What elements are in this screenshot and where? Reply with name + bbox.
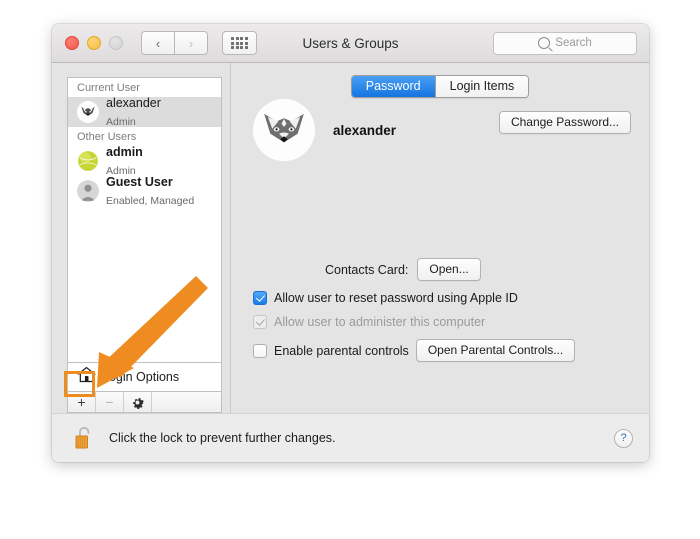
- tab-group: Password Login Items: [350, 75, 530, 98]
- checkbox-row-parental-controls[interactable]: Enable parental controls Open Parental C…: [253, 339, 631, 362]
- sidebar-item-admin[interactable]: admin Admin: [68, 144, 221, 177]
- login-options-label: Login Options: [102, 370, 180, 384]
- person-avatar: [77, 180, 99, 202]
- change-password-button[interactable]: Change Password...: [498, 111, 631, 134]
- search-icon: [538, 37, 551, 49]
- open-contacts-card-button[interactable]: Open...: [417, 258, 481, 281]
- close-button[interactable]: [65, 36, 79, 50]
- sidebar-user-name: Guest User: [106, 174, 173, 189]
- sidebar-user-name: alexander: [106, 95, 161, 110]
- checkbox-row-reset-password[interactable]: Allow user to reset password using Apple…: [253, 291, 631, 305]
- open-parental-controls-button[interactable]: Open Parental Controls...: [415, 339, 576, 362]
- grid-icon: [231, 37, 248, 49]
- users-and-groups-window: ‹ › Users & Groups Search Current User a…: [52, 24, 649, 462]
- zoom-button: [109, 36, 123, 50]
- contacts-card-row: Contacts Card: Open...: [253, 258, 631, 281]
- window-footer: Click the lock to prevent further change…: [52, 413, 649, 462]
- search-input[interactable]: Search: [493, 31, 637, 55]
- checkbox-reset-password[interactable]: [253, 291, 267, 305]
- sidebar-button-bar: + −: [67, 391, 222, 413]
- checkbox-enable-parental-controls[interactable]: [253, 343, 267, 358]
- checkbox-row-administer: Allow user to administer this computer: [253, 315, 631, 329]
- sidebar-user-meta: Guest User Enabled, Managed: [106, 173, 194, 210]
- fox-avatar[interactable]: [253, 99, 315, 161]
- tab-bar: Password Login Items: [231, 75, 649, 98]
- sidebar-item-guest-user[interactable]: Guest User Enabled, Managed: [68, 175, 221, 207]
- user-name: alexander: [333, 122, 397, 138]
- minimize-button[interactable]: [87, 36, 101, 50]
- back-button[interactable]: ‹: [141, 31, 174, 55]
- sidebar-user-role: Admin: [106, 116, 136, 128]
- navigation-buttons: ‹ ›: [141, 31, 208, 55]
- checkbox-label-reset-password: Allow user to reset password using Apple…: [274, 291, 518, 305]
- gear-icon[interactable]: [124, 392, 152, 412]
- traffic-lights: [65, 36, 123, 50]
- sidebar-user-role: Enabled, Managed: [106, 195, 195, 207]
- unlocked-padlock-icon[interactable]: [73, 425, 95, 451]
- checkbox-label-parental-controls: Enable parental controls: [274, 343, 409, 358]
- button-bar-filler: [152, 392, 221, 412]
- sidebar-user-name: admin: [106, 144, 143, 159]
- lock-message: Click the lock to prevent further change…: [109, 431, 336, 445]
- options-section: Contacts Card: Open... Allow user to res…: [253, 258, 631, 372]
- checkbox-label-administer: Allow user to administer this computer: [274, 315, 486, 329]
- fox-avatar: [77, 101, 99, 123]
- checkbox-administer-computer: [253, 315, 267, 329]
- user-list: Current User alexander Admin Other Users…: [67, 77, 222, 362]
- tab-password[interactable]: Password: [351, 76, 435, 97]
- contacts-card-label: Contacts Card:: [325, 262, 409, 277]
- main-panel: Password Login Items alexander Change Pa…: [230, 63, 649, 413]
- remove-user-button: −: [96, 392, 124, 412]
- window-titlebar: ‹ › Users & Groups Search: [52, 24, 649, 63]
- user-header: alexander Change Password...: [253, 99, 631, 161]
- help-button[interactable]: ?: [614, 428, 633, 448]
- sidebar-user-meta: alexander Admin: [106, 94, 161, 131]
- house-icon: [77, 366, 96, 388]
- tennis-ball-avatar: [77, 150, 99, 172]
- login-options-row[interactable]: Login Options: [67, 362, 222, 391]
- add-user-button[interactable]: +: [68, 392, 96, 412]
- sidebar: Current User alexander Admin Other Users…: [67, 77, 222, 413]
- window-body: Current User alexander Admin Other Users…: [52, 63, 649, 413]
- show-all-button[interactable]: [222, 31, 257, 55]
- search-placeholder: Search: [555, 37, 592, 49]
- sidebar-item-alexander[interactable]: alexander Admin: [68, 96, 221, 128]
- tab-login-items[interactable]: Login Items: [434, 76, 529, 97]
- forward-button: ›: [174, 31, 208, 55]
